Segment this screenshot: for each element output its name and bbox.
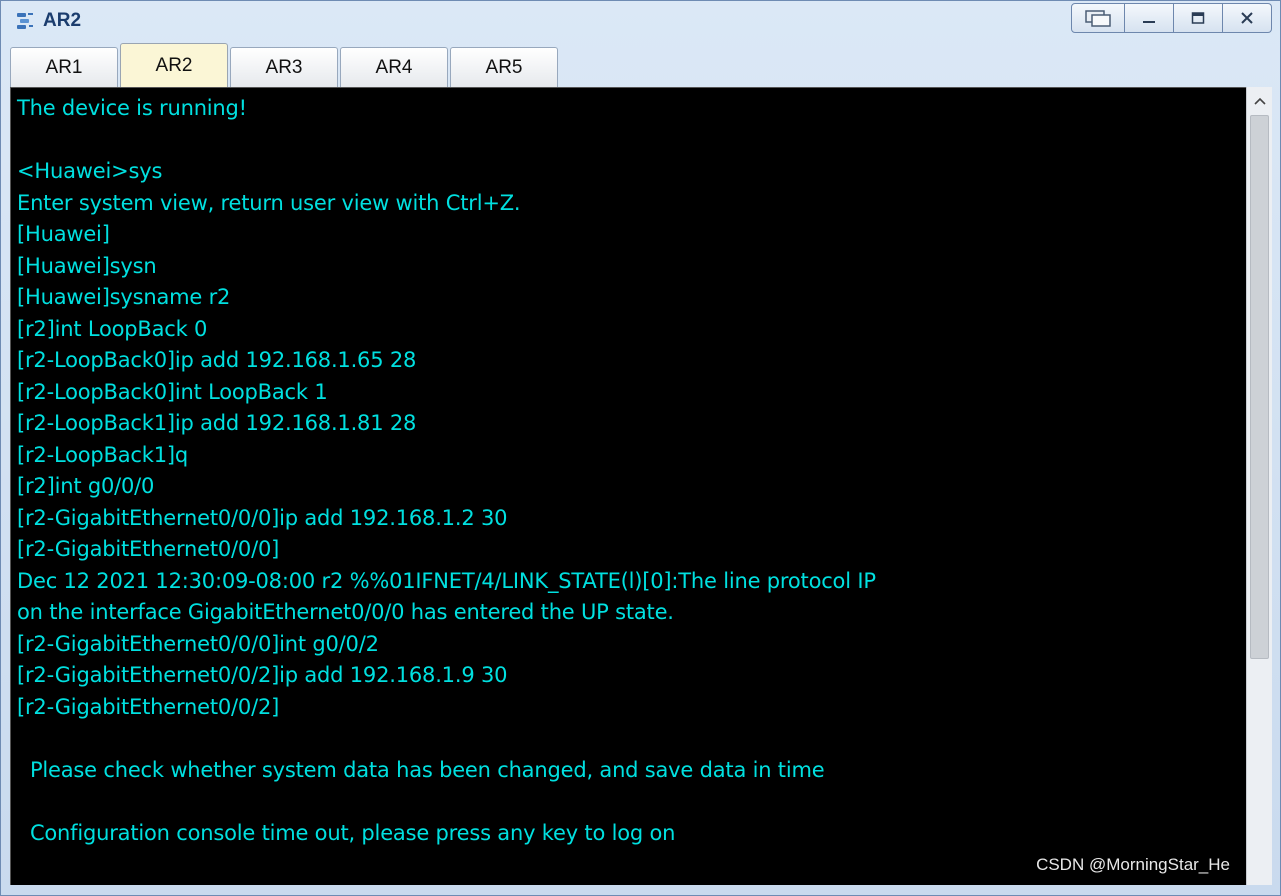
terminal-line: [r2]int LoopBack 0 [17, 316, 208, 341]
terminal-line: [Huawei]sysn [17, 253, 157, 278]
watermark: CSDN @MorningStar_He [1036, 855, 1230, 874]
tab-ar2[interactable]: AR2 [120, 43, 228, 87]
terminal-line: [r2-LoopBack1]ip add 192.168.1.81 28 [17, 411, 417, 435]
vertical-scrollbar[interactable] [1246, 87, 1272, 885]
terminal-line: on the interface GigabitEthernet0/0/0 ha… [17, 600, 674, 624]
terminal-console[interactable]: The device is running! <Huawei>sys Enter… [10, 87, 1246, 885]
terminal-line: [r2-GigabitEthernet0/0/0]int g0/0/2 [17, 631, 379, 656]
terminal-line: Enter system view, return user view with… [17, 190, 521, 215]
tab-ar1[interactable]: AR1 [10, 47, 118, 87]
terminal-line: [r2-LoopBack1]q [17, 442, 188, 467]
terminal-line: The device is running! [17, 96, 247, 120]
terminal-line: Please check whether system data has bee… [17, 757, 825, 782]
window-controls [1071, 3, 1272, 33]
restore-icon [1085, 10, 1111, 27]
minimize-button[interactable] [1125, 3, 1174, 33]
scroll-thumb[interactable] [1250, 115, 1269, 659]
terminal-line: [r2-GigabitEthernet0/0/0]ip add 192.168.… [17, 505, 508, 530]
router-icon [17, 13, 33, 29]
scroll-up-button[interactable] [1247, 87, 1272, 115]
tab-ar3[interactable]: AR3 [230, 47, 338, 87]
minimize-icon [1143, 21, 1155, 23]
tab-ar5[interactable]: AR5 [450, 47, 558, 87]
maximize-icon [1191, 12, 1205, 24]
close-button[interactable] [1223, 3, 1272, 33]
terminal-window: AR2 AR1 AR2 AR3 AR4 AR5 The device is ru… [0, 0, 1281, 896]
terminal-line: [Huawei] [17, 222, 110, 246]
terminal-line: Dec 12 2021 12:30:09-08:00 r2 %%01IFNET/… [17, 568, 876, 593]
terminal-line: Configuration console time out, please p… [17, 820, 676, 845]
terminal-line: [r2-GigabitEthernet0/0/2] [17, 694, 280, 719]
restore-button[interactable] [1071, 3, 1125, 33]
terminal-line: [r2-GigabitEthernet0/0/0] [17, 537, 280, 561]
terminal-output: The device is running! <Huawei>sys Enter… [17, 93, 876, 849]
window-title: AR2 [43, 10, 82, 31]
title-bar[interactable]: AR2 [1, 1, 1280, 39]
terminal-line: [r2-LoopBack0]ip add 192.168.1.65 28 [17, 348, 417, 372]
tab-ar4[interactable]: AR4 [340, 47, 448, 87]
chevron-up-icon [1253, 97, 1266, 105]
terminal-line: [r2-GigabitEthernet0/0/2]ip add 192.168.… [17, 663, 508, 687]
close-icon [1241, 12, 1253, 24]
terminal-line: [r2]int g0/0/0 [17, 474, 155, 498]
device-tabs: AR1 AR2 AR3 AR4 AR5 [10, 43, 560, 87]
terminal-line: <Huawei>sys [17, 159, 163, 183]
maximize-button[interactable] [1174, 3, 1223, 33]
terminal-line: [Huawei]sysname r2 [17, 285, 231, 309]
terminal-line: [r2-LoopBack0]int LoopBack 1 [17, 379, 328, 404]
